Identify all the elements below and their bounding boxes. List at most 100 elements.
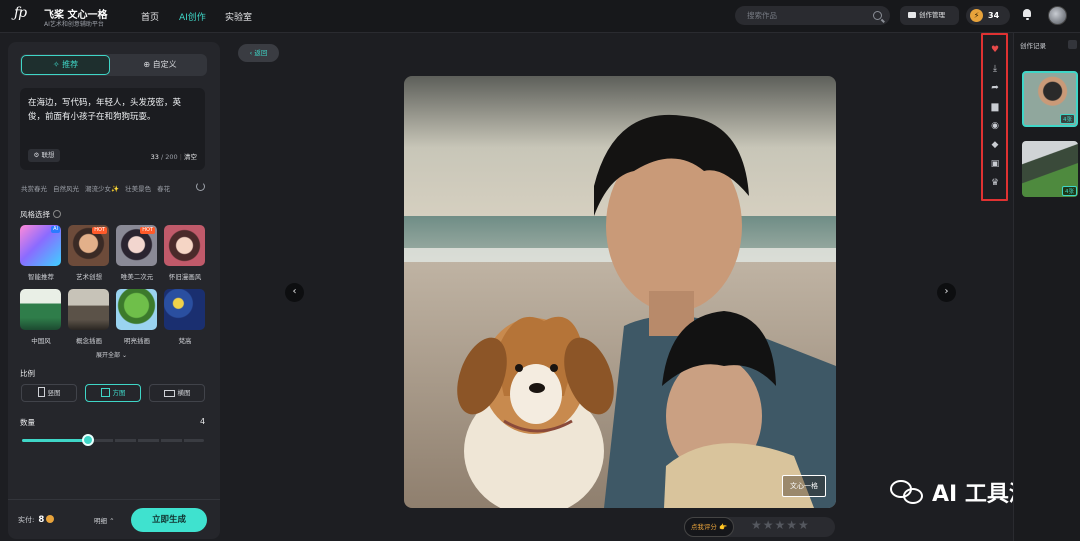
style-thumb-art[interactable]: HOT [68,225,109,266]
menu-icon[interactable] [1068,40,1077,49]
logo-mark: ƒp [14,5,27,21]
points-value: 34 [988,11,1000,20]
style-label-text: 风格选择 [20,210,50,219]
watermark-stamp: 文心一格 [782,475,826,497]
prompt-textarea[interactable]: 在海边，写代码，年轻人，头发茂密，英俊，前面有小孩子在和狗狗玩耍。 ⚙ 联想 3… [20,88,205,170]
points-badge[interactable]: ⚡ 34 [966,6,1010,25]
style-caption: 智能推荐 [28,273,54,281]
quantity-slider[interactable] [22,434,204,446]
history-label: 创作记录 [1020,42,1046,50]
ratio-option-label: 方图 [112,389,126,397]
tag-icon[interactable]: ◆ [990,140,1000,150]
image-toolbar: ♥ ⤓ ➦ ▆ ◉ ◆ ▣ ♛ [981,33,1008,201]
generated-image-art [404,76,836,508]
suggest-tag[interactable]: 潮流少女✨ [85,185,119,193]
trophy-icon[interactable]: ♛ [990,178,1000,188]
style-caption: 概念插画 [76,337,102,345]
top-bar: ƒp 飞桨 文心一格 AI艺术和创意辅助平台 首页 AI创作 实验室 搜索作品 … [0,0,1080,33]
tab-recommend-label: 推荐 [62,60,79,69]
square-icon [100,388,110,397]
trash-icon[interactable]: ▣ [990,159,1000,169]
slider-handle[interactable] [82,434,94,446]
heart-icon[interactable]: ♥ [990,45,1000,55]
slider-tick [136,439,138,442]
tab-recommend[interactable]: ✧ 推荐 [21,55,110,75]
detail-toggle[interactable]: 明细 ⌃ [94,515,115,525]
slider-tick [159,439,161,442]
slider-tick [182,439,184,442]
ratio-square[interactable]: 方图 [85,384,141,402]
search-icon[interactable] [873,11,882,20]
share-icon[interactable]: ➦ [990,83,1000,93]
back-label: 返回 [254,49,268,57]
char-counter: 33 / 200 | 清空 [150,153,197,161]
coin-icon [46,515,55,523]
next-arrow-icon[interactable]: › [937,283,956,302]
style-label: 风格选择 [20,209,61,220]
back-button[interactable]: ‹ 返回 [238,44,279,62]
style-thumb-concept[interactable] [68,289,109,330]
history-panel: 创作记录 4张 4张 [1013,33,1080,541]
style-thumb-chinese[interactable] [20,289,61,330]
generate-button[interactable]: 立即生成 [131,508,207,532]
ratio-landscape[interactable]: 横图 [149,384,205,402]
folder-icon[interactable]: ▆ [990,102,1000,112]
rating-bar: 点我评分 👉 ★★★★★ [684,517,835,537]
portrait-icon [37,387,45,397]
hot-badge: HOT [92,227,107,234]
left-panel: ✧ 推荐 ⊕ 自定义 在海边，写代码，年轻人，头发茂密，英俊，前面有小孩子在和狗… [8,42,220,539]
refresh-icon[interactable] [196,182,205,191]
suggest-tag[interactable]: 自然风光 [53,185,79,193]
rating-stars[interactable]: ★★★★★ [751,518,810,532]
history-item[interactable]: 4张 [1022,141,1078,197]
style-thumb-retro-comic[interactable] [164,225,205,266]
quantity-label: 数量 [20,418,35,427]
download-icon[interactable]: ⤓ [990,64,1000,74]
brand-subtitle: AI艺术和创意辅助平台 [44,21,104,28]
style-thumb-anime[interactable]: HOT [116,225,157,266]
expand-all-button[interactable]: 展开全部 ⌄ [96,350,127,359]
rate-button[interactable]: 点我评分 👉 [684,517,734,537]
history-count: 4张 [1062,186,1077,196]
nav-lab[interactable]: 实验室 [225,10,252,23]
bell-icon[interactable] [1022,9,1032,20]
suggest-tag[interactable]: 共赏春光 [21,185,47,193]
suggest-tags: 共赏春光 自然风光 潮流少女✨ 壮美景色 春花 [21,182,211,193]
folder-icon [908,12,916,18]
ratio-option-label: 横图 [177,389,191,397]
nav-home[interactable]: 首页 [141,10,159,23]
suggest-tag[interactable]: 壮美景色 [125,185,151,193]
style-caption: 唯美二次元 [120,273,154,281]
tab-custom-label: 自定义 [152,60,177,69]
suggest-tag[interactable]: 春花 [157,185,170,193]
manage-button[interactable]: 创作管理 [900,6,959,25]
prev-arrow-icon[interactable]: ‹ [285,283,304,302]
eye-icon[interactable]: ◉ [990,121,1000,131]
info-icon[interactable] [53,210,61,218]
history-item[interactable]: 4张 [1022,71,1078,127]
rate-label: 点我评分 [690,523,717,531]
tab-custom[interactable]: ⊕ 自定义 [115,55,205,75]
search-input[interactable]: 搜索作品 [735,6,890,25]
pay-value: 8 [38,515,45,525]
generated-image[interactable]: 文心一格 [404,76,836,508]
expand-label: 展开全部 [96,352,121,359]
style-thumb-vangogh[interactable] [164,289,205,330]
nav-ai-create[interactable]: AI创作 [179,10,206,23]
left-footer: 实付: 8 明细 ⌃ 立即生成 [8,499,220,539]
style-thumb-smart[interactable]: AI [20,225,61,266]
ratio-portrait[interactable]: 竖图 [21,384,77,402]
avatar[interactable] [1048,6,1067,25]
associate-button[interactable]: ⚙ 联想 [28,149,60,162]
ratio-label: 比例 [20,369,35,378]
style-thumb-bright[interactable] [116,289,157,330]
clear-button[interactable]: 清空 [184,153,197,161]
chevron-up-icon: ⌃ [109,517,115,525]
slider-tick [113,439,115,442]
prompt-text[interactable]: 在海边，写代码，年轻人，头发茂密，英俊，前面有小孩子在和狗狗玩耍。 [28,96,197,124]
associate-label: 联想 [41,151,55,159]
landscape-icon [163,390,175,397]
pay-label: 实付: [18,516,35,524]
quantity-value: 4 [200,417,206,426]
hot-badge: HOT [140,227,155,234]
